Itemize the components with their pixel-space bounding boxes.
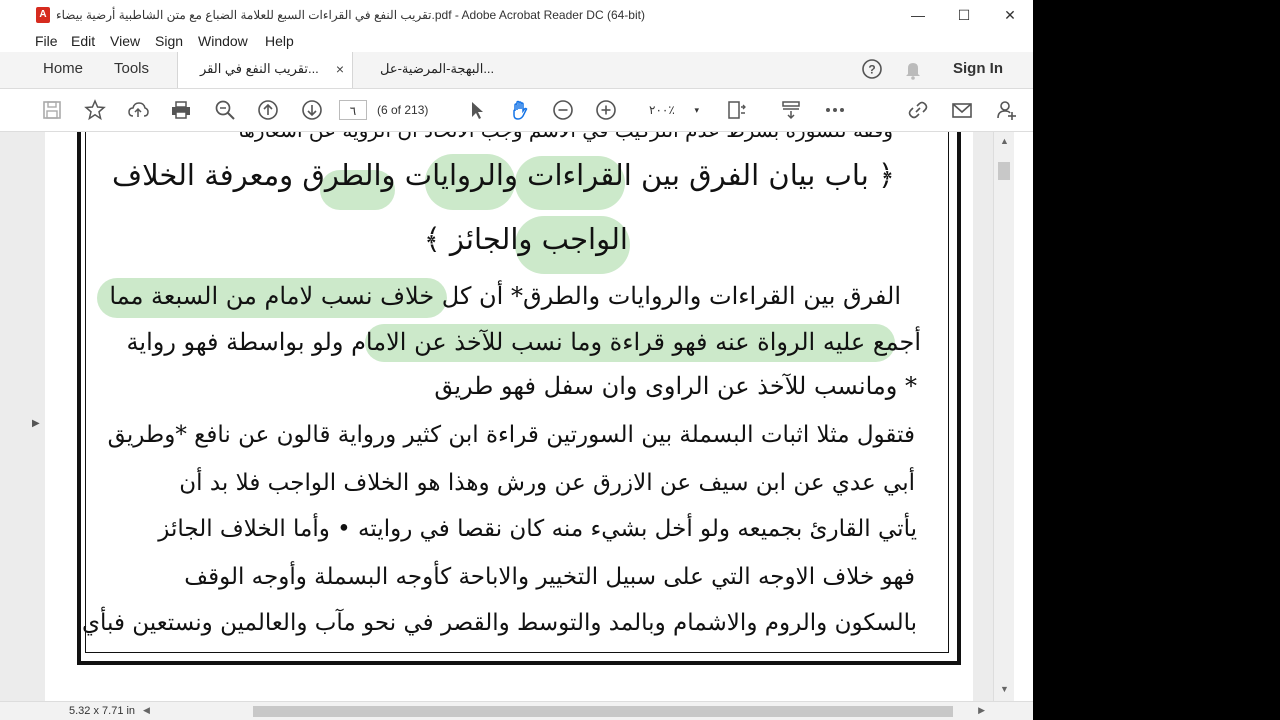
upload-cloud-icon[interactable] — [127, 99, 149, 121]
close-tab-icon[interactable]: × — [336, 52, 344, 86]
heading-line-2: الواجب والجائز ﴾ — [423, 222, 628, 256]
chevron-down-icon: ▾ — [694, 105, 699, 115]
scroll-mode-icon[interactable] — [780, 99, 802, 121]
tab-home[interactable]: Home — [43, 52, 83, 88]
text-line: يأتي القارئ بجميعه ولو أخل بشيء منه كان … — [158, 516, 917, 542]
scrollbar-thumb[interactable] — [253, 706, 953, 717]
hand-tool-icon[interactable] — [509, 99, 531, 121]
more-tools-icon[interactable] — [824, 99, 846, 121]
heading-line-1: ﴿ باب بيان الفرق بين القراءات والروايات … — [112, 158, 895, 192]
text-line: أجمع عليه الرواة عنه فهو قراءة وما نسب ل… — [126, 328, 921, 356]
menu-bar: File Edit View Sign Window Help — [0, 30, 1033, 52]
left-panel-toggle-icon[interactable]: ▶ — [32, 418, 40, 429]
share-link-icon[interactable] — [907, 99, 929, 121]
previous-page-icon[interactable] — [257, 99, 279, 121]
menu-window[interactable]: Window — [198, 30, 248, 52]
add-user-icon[interactable] — [995, 99, 1017, 121]
horizontal-scrollbar[interactable]: ◀ ▶ — [143, 705, 985, 718]
zoom-level-value: ٢٠٠٪ — [649, 103, 675, 117]
email-icon[interactable] — [951, 99, 973, 121]
tab-document-active-label: تقريب النفع في القر... — [200, 61, 319, 76]
menu-help[interactable]: Help — [265, 30, 294, 52]
zoom-in-icon[interactable] — [595, 99, 617, 121]
tab-document-active[interactable]: تقريب النفع في القر... × — [177, 52, 353, 88]
svg-text:?: ? — [868, 63, 875, 77]
page-count: (6 of 213) — [377, 103, 429, 117]
close-window-button[interactable]: ✕ — [987, 0, 1033, 30]
window-title: تقريب النفع في القراءات السبع للعلامة ال… — [56, 8, 645, 22]
menu-sign[interactable]: Sign — [155, 30, 183, 52]
scroll-right-icon[interactable]: ▶ — [978, 705, 985, 716]
tab-tools[interactable]: Tools — [114, 52, 149, 88]
title-bar: A تقريب النفع في القراءات السبع للعلامة … — [0, 0, 1033, 30]
text-line: فتقول مثلا اثبات البسملة بين السورتين قر… — [107, 422, 915, 448]
tab-document-second-label: البهجة-المرضية-عل... — [380, 61, 495, 76]
scroll-down-icon[interactable]: ▼ — [1000, 684, 1009, 694]
next-page-icon[interactable] — [301, 99, 323, 121]
document-viewport[interactable]: ▶ وقفه للسورة بشرط عدم التركيب في الاسم … — [0, 132, 1013, 701]
toolbar: ٦ (6 of 213) ٢٠٠٪ ▾ — [0, 89, 1033, 132]
scroll-up-icon[interactable]: ▲ — [1000, 136, 1009, 146]
print-icon[interactable] — [170, 99, 192, 121]
text-line: أبي عدي عن ابن سيف عن الازرق عن ورش وهذا… — [179, 470, 915, 496]
menu-file[interactable]: File — [35, 30, 58, 52]
notification-bell-icon[interactable] — [902, 58, 924, 80]
zoom-search-icon[interactable] — [214, 99, 236, 121]
minimize-button[interactable]: — — [895, 0, 941, 30]
sign-in-button[interactable]: Sign In — [953, 52, 1003, 88]
page-fit-icon[interactable] — [725, 99, 747, 121]
desktop-background — [1033, 0, 1280, 720]
pdf-page: وقفه للسورة بشرط عدم التركيب في الاسم وج… — [45, 132, 973, 701]
text-line-top-fragment: وقفه للسورة بشرط عدم التركيب في الاسم وج… — [133, 132, 893, 142]
text-line: * ومانسب للآخذ عن الراوى وان سفل فهو طري… — [434, 372, 917, 400]
menu-edit[interactable]: Edit — [71, 30, 95, 52]
status-bar: 5.32 x 7.71 in ◀ ▶ — [0, 701, 1033, 720]
select-cursor-icon[interactable] — [466, 99, 488, 121]
text-line: بالسكون والروم والاشمام وبالمد والتوسط و… — [82, 610, 917, 636]
zoom-level-dropdown[interactable]: ٢٠٠٪ ▾ — [641, 100, 699, 120]
tab-bar: Home Tools تقريب النفع في القر... × البه… — [0, 52, 1033, 89]
page-size-readout: 5.32 x 7.71 in — [69, 705, 136, 717]
page-number-input[interactable]: ٦ — [339, 100, 367, 120]
help-icon[interactable]: ? — [861, 58, 883, 80]
acrobat-app-icon: A — [36, 7, 50, 23]
zoom-out-icon[interactable] — [552, 99, 574, 121]
bookmark-star-icon[interactable] — [84, 99, 106, 121]
maximize-button[interactable]: ☐ — [941, 0, 987, 30]
tab-document-second[interactable]: البهجة-المرضية-عل... — [354, 52, 530, 88]
scroll-left-icon[interactable]: ◀ — [143, 705, 150, 716]
text-line: الفرق بين القراءات والروايات والطرق* أن … — [109, 282, 901, 310]
save-icon[interactable] — [41, 99, 63, 121]
menu-view[interactable]: View — [110, 30, 140, 52]
text-line: فهو خلاف الاوجه التي على سبيل التخيير وا… — [184, 564, 915, 590]
acrobat-window: A تقريب النفع في القراءات السبع للعلامة … — [0, 0, 1033, 720]
scrollbar-thumb[interactable] — [998, 162, 1010, 180]
vertical-scrollbar[interactable]: ▲ ▼ — [993, 132, 1014, 701]
